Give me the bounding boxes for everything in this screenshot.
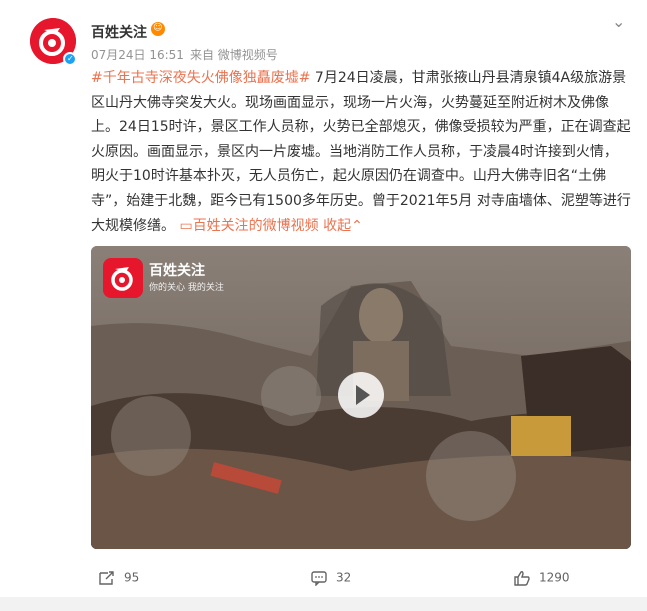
member-badge-icon: ☺ bbox=[151, 22, 165, 36]
weibo-post-card: ✓ 百姓关注 ☺ ⌄ 07月24日 16:51 来自 微博视频号 #千年古寺深夜失… bbox=[0, 0, 647, 611]
video-channel-logo-icon bbox=[103, 258, 143, 298]
video-link[interactable]: ▭百姓关注的微博视频 bbox=[179, 218, 318, 234]
post-content: #千年古寺深夜失火佛像独矗废墟# 7月24日凌晨，甘肃张掖山丹县清泉镇4A级旅游… bbox=[91, 66, 631, 238]
play-button[interactable] bbox=[338, 372, 384, 418]
collapse-link[interactable]: 收起⌃ bbox=[323, 218, 363, 234]
repost-count: 95 bbox=[124, 570, 140, 585]
thumbs-up-icon bbox=[514, 571, 530, 586]
verified-icon: ✓ bbox=[63, 52, 77, 66]
like-count: 1290 bbox=[539, 570, 570, 585]
more-options-icon[interactable]: ⌄ bbox=[612, 12, 632, 31]
comment-count: 32 bbox=[336, 570, 352, 585]
like-button[interactable]: 1290 bbox=[513, 570, 570, 586]
author-name[interactable]: 百姓关注 bbox=[91, 22, 147, 42]
comment-icon bbox=[311, 571, 327, 586]
post-actions: 95 32 1290 bbox=[0, 564, 647, 594]
post-time[interactable]: 07月24日 16:51 bbox=[91, 48, 184, 62]
video-player[interactable]: 百姓关注 你的关心 我的关注 bbox=[91, 246, 631, 549]
comment-button[interactable]: 32 bbox=[310, 570, 351, 586]
share-icon bbox=[99, 571, 114, 585]
hashtag-link[interactable]: #千年古寺深夜失火佛像独矗废墟# bbox=[91, 70, 310, 86]
post-source: 来自 微博视频号 bbox=[189, 48, 278, 62]
feed-divider bbox=[0, 597, 647, 611]
video-channel-subtitle: 你的关心 我的关注 bbox=[149, 283, 224, 293]
post-meta: 07月24日 16:51 来自 微博视频号 bbox=[91, 46, 278, 63]
repost-button[interactable]: 95 bbox=[98, 570, 139, 586]
post-body: 7月24日凌晨，甘肃张掖山丹县清泉镇4A级旅游景区山丹大佛寺突发大火。现场画面显… bbox=[91, 70, 631, 234]
video-channel-title: 百姓关注 bbox=[149, 263, 205, 279]
